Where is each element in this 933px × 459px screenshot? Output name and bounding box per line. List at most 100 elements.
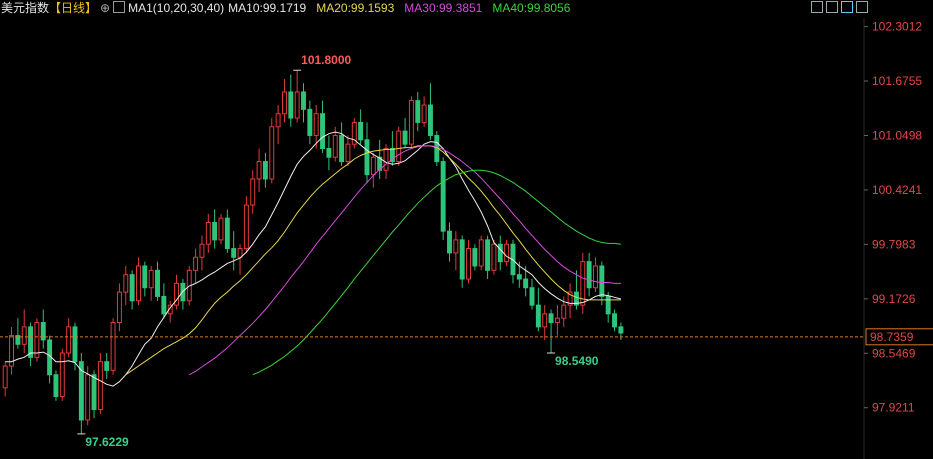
candle-body-up	[243, 204, 249, 250]
candle-body-down	[358, 121, 364, 141]
candle	[580, 252, 586, 314]
candle-body-down	[161, 295, 167, 315]
candle	[294, 70, 300, 123]
candle	[326, 135, 332, 171]
candle-body-down	[516, 274, 522, 280]
candle	[123, 265, 129, 306]
candle-body-down	[262, 161, 268, 180]
candle	[148, 265, 154, 301]
candle	[205, 213, 211, 253]
candle-body-up	[97, 361, 103, 411]
candle-body-down	[472, 248, 478, 267]
candle	[155, 261, 160, 301]
candle-body-down	[535, 304, 541, 328]
candle-body-up	[313, 113, 319, 136]
price-tick-label: 100.4241	[872, 183, 922, 197]
candlestick-chart[interactable]: 98.7359 102.3012 101.6755 101.0498 100.4241 9…	[0, 0, 933, 459]
candle-body-up	[110, 322, 116, 371]
candle	[47, 335, 53, 384]
candle	[40, 309, 46, 349]
candle	[453, 231, 459, 271]
candle-body-up	[250, 178, 256, 206]
candle	[478, 235, 484, 271]
candle	[548, 309, 554, 353]
extreme-price-label: 98.5490	[555, 354, 599, 368]
candle	[320, 100, 326, 153]
candle-body-down	[402, 130, 408, 145]
candle-body-up	[370, 156, 376, 176]
candle	[275, 105, 281, 145]
candle	[408, 96, 414, 149]
candle	[529, 279, 535, 310]
candle	[301, 83, 306, 123]
candle-body-down	[339, 134, 345, 163]
candle	[599, 261, 605, 306]
candle	[554, 305, 560, 336]
candle	[281, 78, 287, 123]
candle-body-up	[408, 100, 414, 145]
candle-body-down	[288, 91, 294, 119]
candle	[212, 209, 218, 249]
candle-body-up	[504, 243, 510, 263]
candle	[193, 248, 199, 284]
candle	[307, 100, 313, 145]
candle	[231, 231, 237, 271]
candle	[459, 235, 465, 288]
candle	[485, 235, 491, 280]
candle	[288, 74, 294, 127]
candle	[66, 318, 72, 358]
candle-body-down	[320, 113, 326, 150]
ma40-line	[252, 169, 621, 376]
candle-body-up	[421, 104, 427, 123]
candle	[351, 118, 357, 149]
price-tick-label: 101.0498	[872, 128, 922, 142]
candle-body-down	[231, 248, 237, 258]
candle-body-down	[91, 374, 97, 411]
price-tick-label: 99.1726	[872, 292, 916, 306]
candle-body-down	[548, 313, 554, 324]
candle-body-up	[281, 91, 287, 115]
candle	[542, 305, 548, 340]
candle-body-up	[199, 243, 205, 258]
candle-body-up	[593, 265, 598, 289]
current-price-label: 98.7359	[870, 330, 914, 344]
candle-body-up	[542, 313, 548, 328]
candle	[129, 270, 135, 310]
price-tick-label: 97.9211	[872, 401, 915, 415]
candle-body-up	[116, 291, 122, 324]
candle	[612, 309, 617, 332]
candle	[167, 300, 173, 323]
candle-body-up	[269, 126, 275, 180]
candle	[237, 244, 243, 275]
candle-body-up	[256, 161, 262, 180]
candle	[110, 318, 116, 375]
candle	[415, 91, 421, 132]
candle-body-down	[224, 217, 230, 250]
candle	[269, 118, 275, 184]
candle	[116, 283, 122, 332]
candle-body-up	[205, 221, 211, 245]
candle	[345, 135, 351, 166]
candle-body-down	[618, 326, 624, 334]
candle-body-up	[237, 248, 243, 258]
candle-body-down	[364, 139, 370, 176]
candle-body-down	[155, 269, 160, 297]
candle	[535, 287, 541, 332]
candle-body-down	[459, 239, 465, 280]
candle-body-up	[383, 148, 389, 171]
candle-body-down	[72, 326, 78, 363]
candle-body-down	[529, 287, 535, 306]
candle	[491, 239, 497, 275]
candle	[396, 126, 402, 166]
candle	[370, 152, 376, 188]
candle	[180, 279, 186, 310]
candle	[250, 170, 256, 214]
candle	[28, 322, 34, 367]
candle-body-down	[40, 322, 46, 341]
candle	[78, 352, 84, 434]
candle	[199, 235, 205, 271]
candle-body-down	[129, 274, 135, 302]
candle-body-up	[2, 365, 8, 389]
candle-body-down	[180, 282, 186, 302]
ma10-line	[5, 131, 622, 387]
